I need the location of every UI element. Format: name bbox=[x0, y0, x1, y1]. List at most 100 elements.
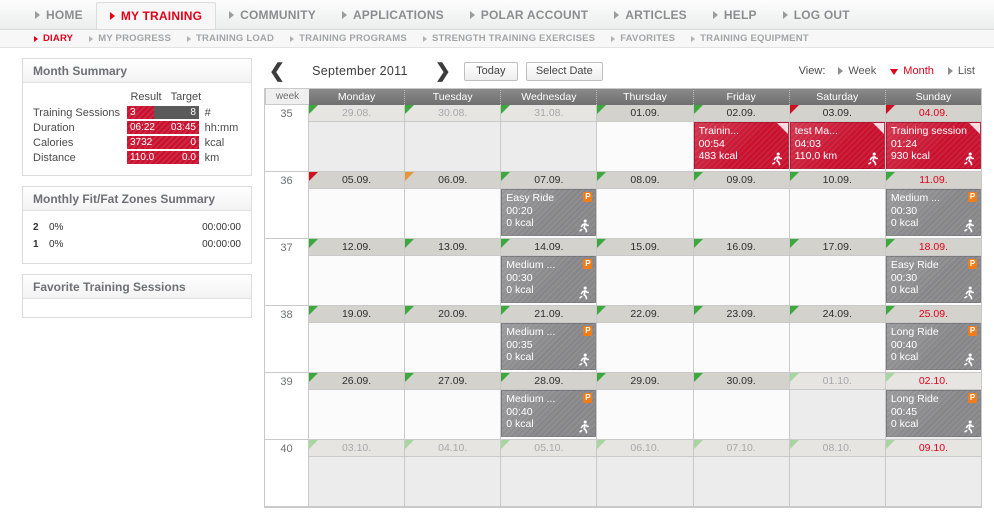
date-cell-0909[interactable]: 09.09. bbox=[693, 172, 790, 189]
day-cell-1809[interactable]: P Easy Ride 00:30 0 kcal bbox=[885, 256, 981, 306]
date-cell-3008[interactable]: 30.08. bbox=[405, 105, 502, 122]
day-cell-2409[interactable] bbox=[789, 323, 886, 373]
date-cell-0510[interactable]: 05.10. bbox=[501, 440, 598, 457]
date-cell-0209[interactable]: 02.09. bbox=[693, 105, 790, 122]
select-date-button[interactable]: Select Date bbox=[525, 61, 603, 81]
topnav-item-polar-account[interactable]: POLAR ACCOUNT bbox=[457, 0, 601, 29]
training-session-card[interactable]: P Easy Ride 00:20 0 kcal bbox=[501, 189, 597, 236]
day-cell-0409[interactable]: Training session 01:24 930 kcal bbox=[885, 122, 981, 172]
day-cell-0310[interactable] bbox=[309, 457, 406, 507]
training-session-card[interactable]: P Medium ... 00:30 0 kcal bbox=[501, 256, 597, 303]
training-session-card[interactable]: P Long Ride 00:40 0 kcal bbox=[885, 323, 981, 370]
date-cell-0709[interactable]: 07.09. bbox=[501, 172, 598, 189]
day-cell-0910[interactable] bbox=[885, 457, 981, 507]
date-cell-0310[interactable]: 03.10. bbox=[309, 440, 406, 457]
date-cell-0509[interactable]: 05.09. bbox=[309, 172, 406, 189]
subnav-item-favorites[interactable]: FAVORITES bbox=[603, 33, 683, 44]
date-cell-1509[interactable]: 15.09. bbox=[597, 239, 694, 256]
date-cell-2009[interactable]: 20.09. bbox=[405, 306, 502, 323]
date-cell-2409[interactable]: 24.09. bbox=[789, 306, 886, 323]
training-session-card[interactable]: P Medium ... 00:40 0 kcal bbox=[501, 390, 597, 437]
day-cell-2908[interactable] bbox=[309, 122, 406, 172]
day-cell-1709[interactable] bbox=[789, 256, 886, 306]
day-cell-1409[interactable]: P Medium ... 00:30 0 kcal bbox=[501, 256, 598, 306]
training-session-card[interactable]: P Medium ... 00:35 0 kcal bbox=[501, 323, 597, 370]
subnav-item-training-load[interactable]: TRAINING LOAD bbox=[179, 33, 282, 44]
day-cell-0410[interactable] bbox=[405, 457, 502, 507]
day-cell-0610[interactable] bbox=[597, 457, 694, 507]
day-cell-0709[interactable]: P Easy Ride 00:20 0 kcal bbox=[501, 189, 598, 239]
day-cell-1909[interactable] bbox=[309, 323, 406, 373]
subnav-item-diary[interactable]: DIARY bbox=[26, 33, 81, 44]
day-cell-0909[interactable] bbox=[693, 189, 790, 239]
date-cell-1209[interactable]: 12.09. bbox=[309, 239, 406, 256]
date-cell-1309[interactable]: 13.09. bbox=[405, 239, 502, 256]
date-cell-2309[interactable]: 23.09. bbox=[693, 306, 790, 323]
day-cell-0110[interactable] bbox=[789, 390, 886, 440]
date-cell-3009[interactable]: 30.09. bbox=[693, 373, 790, 390]
date-cell-1809[interactable]: 18.09. bbox=[885, 239, 981, 256]
day-cell-0509[interactable] bbox=[309, 189, 406, 239]
date-cell-1909[interactable]: 19.09. bbox=[309, 306, 406, 323]
date-cell-1609[interactable]: 16.09. bbox=[693, 239, 790, 256]
date-cell-2908[interactable]: 29.08. bbox=[309, 105, 406, 122]
date-cell-0710[interactable]: 07.10. bbox=[693, 440, 790, 457]
day-cell-2109[interactable]: P Medium ... 00:35 0 kcal bbox=[501, 323, 598, 373]
date-cell-0910[interactable]: 09.10. bbox=[885, 440, 981, 457]
previous-month-button[interactable]: ❮ bbox=[264, 62, 290, 81]
day-cell-2309[interactable] bbox=[693, 323, 790, 373]
day-cell-2509[interactable]: P Long Ride 00:40 0 kcal bbox=[885, 323, 981, 373]
topnav-item-home[interactable]: HOME bbox=[22, 0, 96, 29]
topnav-item-log-out[interactable]: LOG OUT bbox=[770, 0, 863, 29]
view-option-list[interactable]: List bbox=[941, 65, 982, 77]
subnav-item-strength-training-exercises[interactable]: STRENGTH TRAINING EXERCISES bbox=[415, 33, 603, 44]
date-cell-1009[interactable]: 10.09. bbox=[789, 172, 886, 189]
date-cell-0810[interactable]: 08.10. bbox=[789, 440, 886, 457]
date-cell-0610[interactable]: 06.10. bbox=[597, 440, 694, 457]
next-month-button[interactable]: ❯ bbox=[430, 62, 456, 81]
training-session-card[interactable]: P Long Ride 00:45 0 kcal bbox=[885, 390, 981, 437]
day-cell-2709[interactable] bbox=[405, 390, 502, 440]
topnav-item-articles[interactable]: ARTICLES bbox=[601, 0, 700, 29]
day-cell-0210[interactable]: P Long Ride 00:45 0 kcal bbox=[885, 390, 981, 440]
day-cell-2009[interactable] bbox=[405, 323, 502, 373]
date-cell-1709[interactable]: 17.09. bbox=[789, 239, 886, 256]
today-button[interactable]: Today bbox=[463, 61, 518, 81]
training-session-card[interactable]: Trainin... 00:54 483 kcal bbox=[693, 122, 789, 169]
subnav-item-my-progress[interactable]: MY PROGRESS bbox=[81, 33, 179, 44]
date-cell-2609[interactable]: 26.09. bbox=[309, 373, 406, 390]
training-session-card[interactable]: test Ma... 04:03 110,0 km bbox=[789, 122, 885, 169]
subnav-item-training-equipment[interactable]: TRAINING EQUIPMENT bbox=[683, 33, 817, 44]
date-cell-0110[interactable]: 01.10. bbox=[789, 373, 886, 390]
day-cell-3008[interactable] bbox=[405, 122, 502, 172]
subnav-item-training-programs[interactable]: TRAINING PROGRAMS bbox=[282, 33, 415, 44]
training-session-card[interactable]: P Easy Ride 00:30 0 kcal bbox=[885, 256, 981, 303]
day-cell-0809[interactable] bbox=[597, 189, 694, 239]
day-cell-0309[interactable]: test Ma... 04:03 110,0 km bbox=[789, 122, 886, 172]
date-cell-0309[interactable]: 03.09. bbox=[789, 105, 886, 122]
date-cell-0210[interactable]: 02.10. bbox=[885, 373, 981, 390]
day-cell-2909[interactable] bbox=[597, 390, 694, 440]
day-cell-0810[interactable] bbox=[789, 457, 886, 507]
view-option-week[interactable]: Week bbox=[831, 65, 883, 77]
date-cell-2709[interactable]: 27.09. bbox=[405, 373, 502, 390]
day-cell-0510[interactable] bbox=[501, 457, 598, 507]
date-cell-3108[interactable]: 31.08. bbox=[501, 105, 598, 122]
day-cell-2809[interactable]: P Medium ... 00:40 0 kcal bbox=[501, 390, 598, 440]
date-cell-0809[interactable]: 08.09. bbox=[597, 172, 694, 189]
day-cell-1509[interactable] bbox=[597, 256, 694, 306]
date-cell-0109[interactable]: 01.09. bbox=[597, 105, 694, 122]
day-cell-0710[interactable] bbox=[693, 457, 790, 507]
topnav-item-applications[interactable]: APPLICATIONS bbox=[329, 0, 457, 29]
day-cell-2609[interactable] bbox=[309, 390, 406, 440]
day-cell-0109[interactable] bbox=[597, 122, 694, 172]
training-session-card[interactable]: Training session 01:24 930 kcal bbox=[885, 122, 981, 169]
day-cell-2209[interactable] bbox=[597, 323, 694, 373]
topnav-item-community[interactable]: COMMUNITY bbox=[216, 0, 329, 29]
training-session-card[interactable]: P Medium ... 00:30 0 kcal bbox=[885, 189, 981, 236]
day-cell-1009[interactable] bbox=[789, 189, 886, 239]
date-cell-2209[interactable]: 22.09. bbox=[597, 306, 694, 323]
topnav-item-my-training[interactable]: MY TRAINING bbox=[95, 2, 217, 29]
date-cell-0609[interactable]: 06.09. bbox=[405, 172, 502, 189]
view-option-month[interactable]: Month bbox=[883, 65, 941, 77]
